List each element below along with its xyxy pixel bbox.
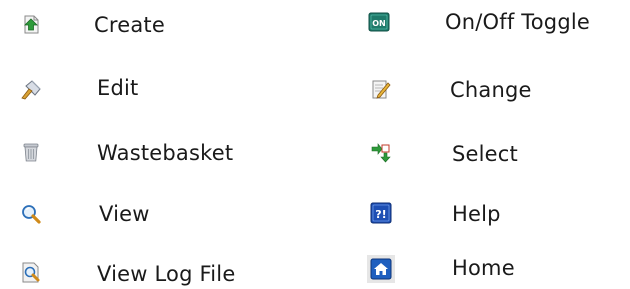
- on-off-toggle-icon-text: ON: [372, 19, 386, 28]
- wastebasket-icon: [20, 141, 42, 163]
- change-icon: [370, 78, 392, 100]
- create-icon: [20, 13, 42, 35]
- view-log-file-icon: [20, 261, 42, 283]
- select-icon: [370, 141, 392, 163]
- legend-label-on-off-toggle: On/Off Toggle: [445, 10, 591, 34]
- legend-label-home: Home: [452, 256, 515, 280]
- legend-label-help: Help: [452, 202, 501, 226]
- legend-label-change: Change: [450, 78, 532, 102]
- legend-label-select: Select: [452, 142, 518, 166]
- home-icon: [367, 255, 395, 283]
- legend-label-edit: Edit: [97, 76, 139, 100]
- legend-label-view-log-file: View Log File: [97, 262, 236, 286]
- view-icon: [20, 203, 42, 225]
- on-off-toggle-icon: ON: [368, 11, 390, 33]
- help-icon: ?!: [370, 202, 392, 224]
- help-icon-text: ?!: [375, 208, 386, 221]
- legend-label-create: Create: [94, 13, 165, 37]
- legend-label-view: View: [99, 202, 150, 226]
- edit-icon: [20, 78, 42, 100]
- legend-label-wastebasket: Wastebasket: [97, 141, 234, 165]
